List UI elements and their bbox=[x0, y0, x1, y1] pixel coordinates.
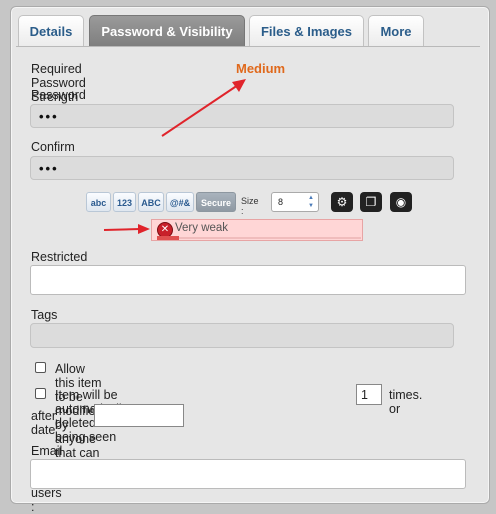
annotation-arrow-medium bbox=[161, 79, 246, 137]
annotation-arrows bbox=[103, 79, 246, 234]
page: Details Password & Visibility Files & Im… bbox=[0, 0, 496, 514]
annotation-arrow-strength bbox=[103, 224, 150, 234]
